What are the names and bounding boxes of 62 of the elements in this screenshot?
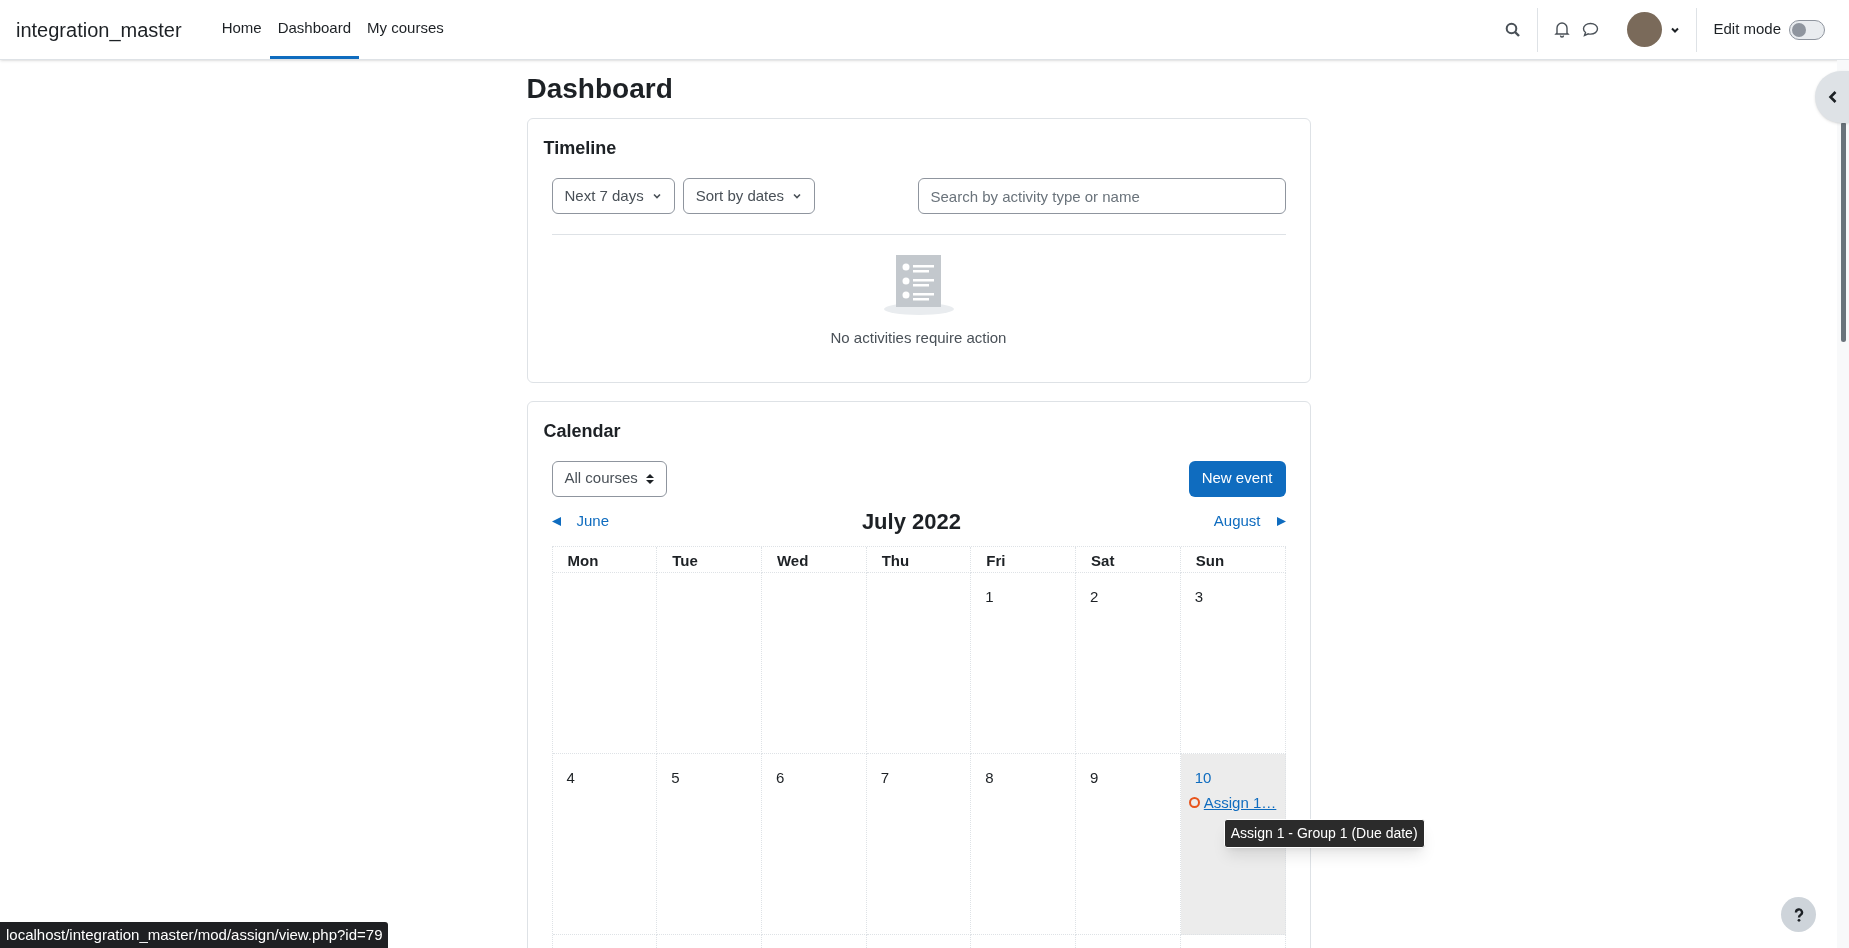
- weekday-header: Thu: [866, 546, 972, 573]
- month-title: July 2022: [861, 507, 961, 536]
- page-title: Dashboard: [526, 72, 674, 106]
- day-cell[interactable]: 3: [1180, 572, 1286, 754]
- site-brand[interactable]: integration_master: [16, 14, 182, 45]
- day-number[interactable]: 3: [1194, 587, 1204, 605]
- day-number[interactable]: 10: [1194, 768, 1212, 786]
- day-cell[interactable]: 5: [657, 753, 762, 935]
- day-cell[interactable]: 6: [761, 753, 867, 935]
- bell-icon[interactable]: [1554, 21, 1571, 38]
- day-number[interactable]: 9: [1090, 768, 1099, 786]
- next-month-link[interactable]: August: [1213, 509, 1286, 533]
- event-link[interactable]: Assign 1…: [1188, 791, 1277, 814]
- weekday-header: Tue: [657, 546, 762, 573]
- left-triangle-icon: [551, 516, 561, 526]
- scrollbar-thumb[interactable]: [1841, 122, 1846, 342]
- calendar-title: Calendar: [543, 419, 622, 443]
- empty-list-icon: [882, 255, 955, 315]
- course-select[interactable]: All courses: [551, 460, 667, 497]
- previous-month-link[interactable]: June: [551, 509, 610, 533]
- nav-tab[interactable]: Home: [213, 0, 270, 59]
- edit-mode-toggle[interactable]: [1789, 19, 1825, 40]
- day-number[interactable]: 4: [566, 768, 575, 786]
- day-cell[interactable]: 7: [866, 753, 972, 935]
- weekday-header: Sun: [1180, 546, 1286, 573]
- chat-bubble-icon[interactable]: [1582, 22, 1600, 37]
- day-cell[interactable]: 9: [1076, 753, 1181, 935]
- nav-tab[interactable]: Dashboard: [269, 0, 360, 59]
- day-number[interactable]: 2: [1090, 587, 1099, 605]
- sort-arrows-icon: [645, 472, 654, 485]
- day-number[interactable]: 7: [880, 768, 889, 786]
- nav-tab[interactable]: My courses: [359, 0, 452, 59]
- search-field[interactable]: Search by activity type or name: [917, 178, 1286, 214]
- help-button[interactable]: [1781, 897, 1816, 932]
- weekday-header: Mon: [552, 546, 658, 573]
- day-number[interactable]: 6: [775, 768, 785, 786]
- day-cell[interactable]: 8: [971, 753, 1077, 935]
- tooltip: Assign 1 - Group 1 (Due date): [1223, 818, 1425, 848]
- day-cell[interactable]: 2: [1076, 572, 1181, 754]
- edit-mode-label: Edit mode: [1713, 19, 1781, 40]
- user-avatar[interactable]: [1627, 12, 1663, 47]
- weekday-header: Fri: [971, 546, 1077, 573]
- status-bar-url: localhost/integration_master/mod/assign/view.php?id=79: [0, 921, 389, 948]
- day-number[interactable]: 1: [985, 587, 994, 605]
- question-mark-icon: [1793, 907, 1804, 922]
- empty-state-message: No activities require action: [830, 328, 1007, 348]
- day-number[interactable]: 5: [671, 768, 680, 786]
- search-icon[interactable]: [1505, 21, 1522, 38]
- chevron-left-icon: [1828, 90, 1838, 104]
- right-triangle-icon: [1276, 516, 1286, 526]
- day-cell[interactable]: 4: [552, 753, 658, 935]
- drawer-toggle-button[interactable]: [1815, 71, 1849, 123]
- chevron-down-icon: [651, 191, 662, 201]
- weekday-header: Sat: [1076, 546, 1181, 573]
- timeline-title: Timeline: [543, 137, 618, 160]
- filter-dropdown[interactable]: Sort by dates: [682, 178, 816, 214]
- chevron-down-icon: [792, 191, 803, 201]
- weekday-header: Wed: [761, 546, 867, 573]
- day-cell[interactable]: 1: [971, 572, 1077, 754]
- day-number[interactable]: 8: [985, 768, 994, 786]
- new-event-button[interactable]: New event: [1188, 460, 1286, 497]
- filter-dropdown[interactable]: Next 7 days: [551, 178, 675, 214]
